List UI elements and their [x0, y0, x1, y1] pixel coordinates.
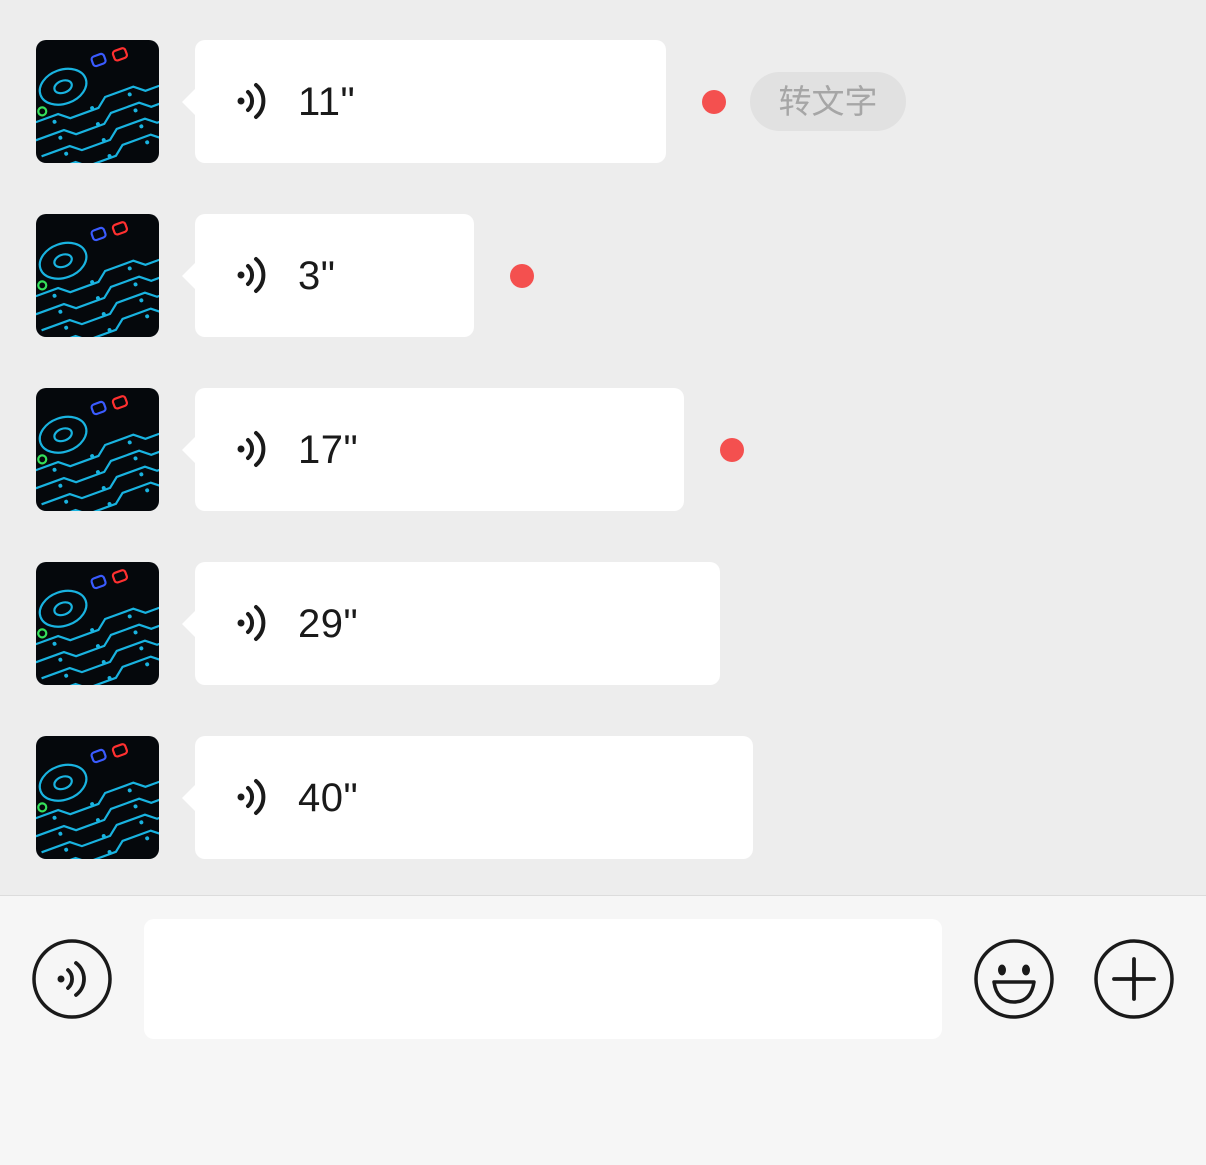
message-row: 40"	[0, 736, 1206, 860]
unread-dot	[510, 264, 534, 288]
voice-wave-icon	[237, 83, 266, 119]
voice-message-bubble[interactable]: 40"	[182, 736, 753, 859]
voice-message-bubble[interactable]: 11"	[182, 40, 666, 163]
avatar-keypad-image	[36, 47, 159, 163]
transcribe-button[interactable]: 转文字	[750, 72, 906, 131]
voice-message-bubble[interactable]: 17"	[182, 388, 684, 511]
voice-message-bubble[interactable]: 3"	[182, 214, 474, 337]
avatar[interactable]	[36, 562, 159, 685]
voice-wave-icon	[237, 431, 266, 467]
voice-toggle-icon[interactable]	[31, 938, 113, 1020]
unread-dot	[702, 90, 726, 114]
voice-duration: 17"	[298, 428, 359, 472]
unread-dot	[720, 438, 744, 462]
voice-message-bubble[interactable]: 29"	[182, 562, 720, 685]
voice-duration: 11"	[298, 80, 356, 124]
input-bar	[0, 895, 1206, 1165]
avatar[interactable]	[36, 214, 159, 337]
voice-wave-icon	[237, 605, 266, 641]
avatar-keypad-image	[36, 743, 159, 859]
avatar[interactable]	[36, 736, 159, 859]
message-input[interactable]	[144, 919, 942, 1039]
message-row: 17"	[0, 388, 1206, 512]
message-row: 3"	[0, 214, 1206, 338]
chat-screen: 11" 转文字 3" 17" 29" 40"	[0, 0, 1206, 1165]
message-list[interactable]: 11" 转文字 3" 17" 29" 40"	[0, 0, 1206, 895]
voice-duration: 40"	[298, 776, 359, 820]
message-row: 11" 转文字	[0, 40, 1206, 164]
avatar[interactable]	[36, 388, 159, 511]
avatar[interactable]	[36, 40, 159, 163]
voice-wave-icon	[237, 257, 266, 293]
voice-duration: 29"	[298, 602, 359, 646]
voice-wave-icon	[237, 779, 266, 815]
smile-icon[interactable]	[973, 938, 1055, 1020]
message-row: 29"	[0, 562, 1206, 686]
plus-icon[interactable]	[1093, 938, 1175, 1020]
voice-duration: 3"	[298, 254, 336, 298]
avatar-keypad-image	[36, 395, 159, 511]
avatar-keypad-image	[36, 569, 159, 685]
avatar-keypad-image	[36, 221, 159, 337]
